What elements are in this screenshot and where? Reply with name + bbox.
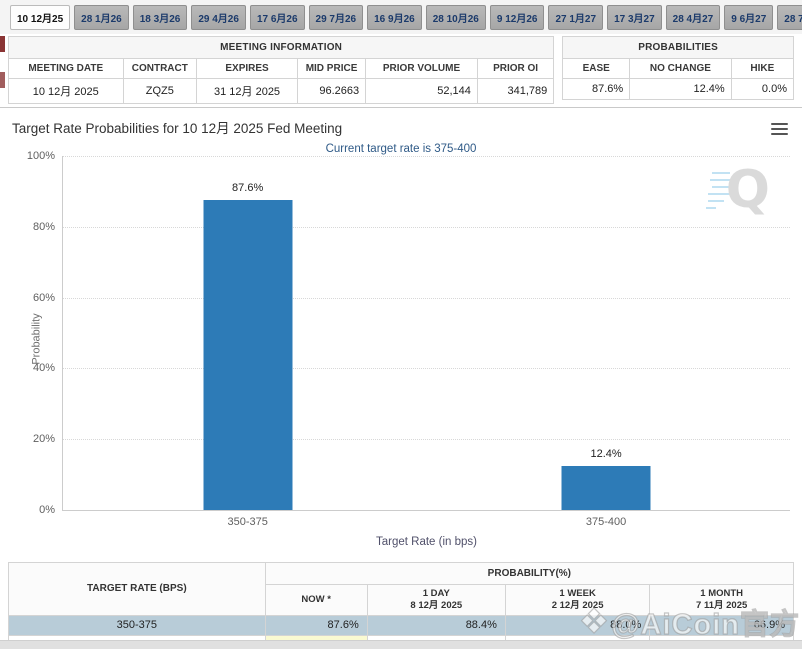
gridline-20 [63, 439, 790, 441]
header-1-month-line1: 1 MONTH [700, 588, 744, 599]
tab-meeting-date-4[interactable]: 17 6月26 [249, 5, 305, 30]
ytick-20: 20% [32, 433, 55, 446]
header-1-month-line2: 7 11月 2025 [696, 599, 748, 611]
hamburger-menu-icon[interactable] [771, 120, 788, 138]
header-1-day: 1 DAY 8 12月 2025 [366, 584, 506, 616]
header-mid-price: MID PRICE [296, 58, 367, 79]
meeting-information-table: MEETING INFORMATION MEETING DATE CONTRAC… [7, 36, 555, 104]
header-prior-volume: PRIOR VOLUME [365, 58, 478, 79]
row-350-375-label: 350-375 [8, 614, 266, 636]
header-meeting-date: MEETING DATE [8, 58, 124, 79]
y-axis-title: Probability [30, 313, 43, 365]
expires-value: 31 12月 2025 [196, 78, 298, 104]
hike-value: 0.0% [730, 78, 795, 100]
header-now: NOW * [264, 584, 368, 616]
tab-meeting-date-7[interactable]: 28 10月26 [425, 5, 486, 30]
probability-chart: Target Rate Probabilities for 10 12月 202… [0, 107, 802, 559]
ytick-80: 80% [32, 220, 55, 233]
probability-history-section: TARGET RATE (BPS) PROBABILITY(%) NOW * 1… [0, 559, 802, 649]
gridline-60 [63, 297, 790, 299]
meeting-date-value: 10 12月 2025 [8, 78, 124, 104]
ytick-0: 0% [39, 504, 55, 516]
chart-plot-area: 100% 80% 60% 40% 20% 0% Probability Q 87… [27, 150, 790, 548]
probabilities-title: PROBABILITIES [562, 36, 794, 59]
header-1-week-line2: 2 12月 2025 [551, 599, 604, 611]
row-350-375-1week: 88.0% [504, 614, 651, 636]
tab-meeting-date-6[interactable]: 16 9月26 [367, 5, 422, 30]
ytick-60: 60% [32, 291, 55, 304]
xtick-375-400: 375-400 [585, 516, 627, 528]
tab-meeting-date-13[interactable]: 28 7月27 [777, 5, 802, 30]
bar-value-label: 87.6% [232, 181, 264, 194]
tab-meeting-date-1[interactable]: 28 1月26 [74, 5, 129, 30]
top-info-row: MEETING INFORMATION MEETING DATE CONTRAC… [0, 34, 802, 104]
header-probability-group: PROBABILITY(%) [264, 562, 795, 585]
tab-meeting-date-0[interactable]: 10 12月25 [10, 5, 71, 30]
header-1-week-line1: 1 WEEK [559, 588, 596, 599]
bar-350-375[interactable]: 87.6% [203, 182, 293, 510]
header-1-week: 1 WEEK 2 12月 2025 [504, 584, 651, 616]
gridline-40 [63, 368, 790, 370]
chart-subtitle: Current target rate is 375-400 [325, 143, 477, 155]
prior-volume-value: 52,144 [365, 78, 478, 104]
meeting-date-tabstrip: 10 12月25 28 1月26 18 3月26 29 4月26 17 6月26… [0, 0, 802, 34]
header-1-day-line1: 1 DAY [422, 588, 450, 599]
x-axis-title: Target Rate (in bps) [376, 536, 477, 548]
header-no-change: NO CHANGE [629, 58, 732, 79]
tab-meeting-date-10[interactable]: 17 3月27 [607, 5, 662, 30]
tab-meeting-date-3[interactable]: 29 4月26 [191, 5, 246, 30]
tab-meeting-date-9[interactable]: 27 1月27 [548, 5, 604, 30]
row-350-375-1day: 88.4% [366, 614, 506, 636]
header-expires: EXPIRES [196, 58, 298, 79]
xtick-350-375: 350-375 [227, 516, 268, 528]
tab-meeting-date-11[interactable]: 28 4月27 [665, 5, 721, 30]
row-350-375-now: 87.6% [264, 614, 368, 636]
tab-meeting-date-5[interactable]: 29 7月26 [308, 5, 364, 30]
header-prior-oi: PRIOR OI [476, 58, 555, 79]
tab-meeting-date-8[interactable]: 9 12月26 [489, 5, 545, 30]
left-edge-artifact [0, 72, 5, 88]
header-ease: EASE [562, 58, 631, 79]
left-edge-artifact [0, 36, 5, 52]
header-1-day-line2: 8 12月 2025 [410, 599, 463, 611]
probabilities-table: PROBABILITIES EASE NO CHANGE HIKE 87.6% … [562, 36, 795, 100]
tab-meeting-date-12[interactable]: 9 6月27 [724, 5, 774, 30]
bar-375-400[interactable]: 12.4% [561, 448, 651, 510]
row-350-375-1month: 66.9% [649, 614, 794, 636]
bottom-gray-strip [0, 640, 802, 649]
header-1-month: 1 MONTH 7 11月 2025 [649, 584, 794, 616]
mid-price-value: 96.2663 [296, 78, 367, 104]
header-contract: CONTRACT [122, 58, 198, 79]
table-row: 350-375 87.6% 88.4% 88.0% 66.9% [8, 614, 794, 636]
header-target-rate-bps: TARGET RATE (BPS) [8, 562, 266, 616]
meeting-information-title: MEETING INFORMATION [7, 36, 555, 59]
header-hike: HIKE [730, 58, 795, 79]
ease-value: 87.6% [562, 78, 631, 100]
bar-value-label: 12.4% [590, 448, 622, 461]
no-change-value: 12.4% [629, 78, 732, 100]
gridline-100 [63, 156, 790, 157]
probability-history-table: TARGET RATE (BPS) PROBABILITY(%) NOW * 1… [8, 562, 795, 649]
tab-meeting-date-2[interactable]: 18 3月26 [132, 5, 188, 30]
quikstrike-watermark-icon: Q [706, 156, 776, 222]
header-now-line1: NOW * [301, 593, 331, 605]
chart-title: Target Rate Probabilities for 10 12月 202… [12, 121, 343, 136]
contract-value: ZQZ5 [122, 78, 198, 104]
gridline-80 [63, 226, 790, 228]
ytick-100: 100% [26, 150, 55, 162]
prior-oi-value: 341,789 [476, 78, 555, 104]
